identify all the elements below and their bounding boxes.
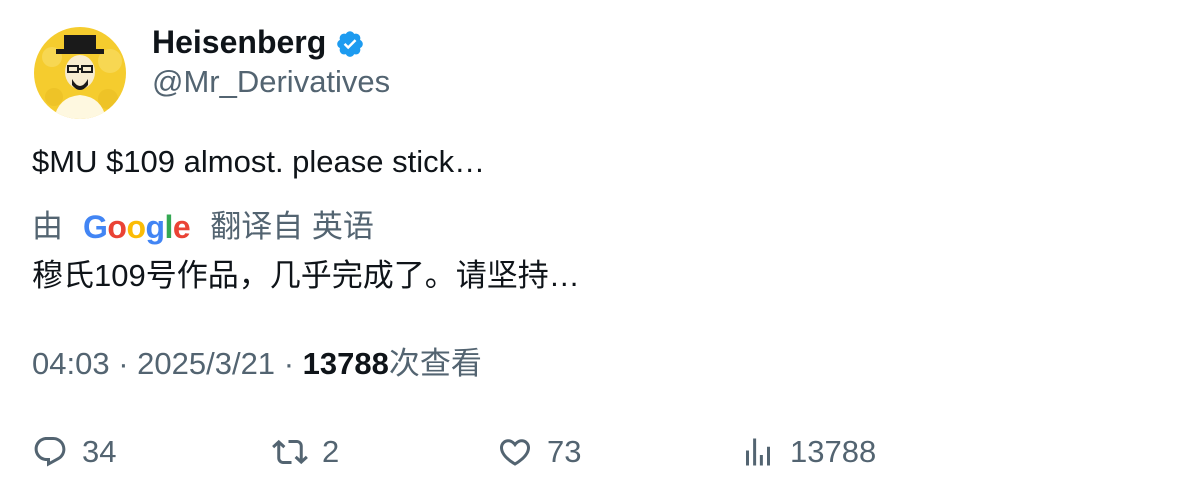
retweet-icon <box>272 439 308 465</box>
translation-source-label: 翻译自 英语 <box>210 209 374 244</box>
view-count: 13788 <box>302 346 389 381</box>
translated-text: 穆氏109号作品，几乎完成了。请坚持… <box>32 258 580 293</box>
retweet-count: 2 <box>322 434 340 469</box>
meta-separator: · <box>118 346 138 381</box>
tweet-text: $MU $109 almost. please stick… <box>32 144 486 179</box>
author-handle[interactable]: @Mr_Derivatives <box>152 63 390 101</box>
author-name-row: Heisenberg <box>152 22 365 62</box>
tweet-meta: 04:03 · 2025/3/21 · 13788次查看 <box>32 345 482 383</box>
meta-separator: · <box>283 346 303 381</box>
views-count: 13788 <box>790 434 877 469</box>
action-bar: 34 2 73 13788 <box>0 432 1196 472</box>
translation-prefix: 由 <box>32 209 63 244</box>
tweet-date[interactable]: 2025/3/21 <box>137 346 275 381</box>
avatar-image <box>34 27 126 119</box>
view-count-label: 次查看 <box>388 346 482 381</box>
views-button[interactable]: 13788 <box>740 432 876 472</box>
reply-count: 34 <box>82 434 117 469</box>
translation-attribution: 由 Google 翻译自 英语 <box>32 208 374 246</box>
views-icon <box>746 438 770 466</box>
reply-icon <box>34 437 66 467</box>
google-logo[interactable]: Google <box>83 208 191 246</box>
avatar[interactable] <box>34 27 126 119</box>
like-button[interactable]: 73 <box>497 432 581 472</box>
like-count: 73 <box>547 434 582 469</box>
author-name[interactable]: Heisenberg <box>152 22 326 62</box>
reply-button[interactable]: 34 <box>32 432 116 472</box>
like-icon <box>499 439 531 466</box>
verified-badge-icon[interactable] <box>335 29 365 59</box>
retweet-button[interactable]: 2 <box>272 432 339 472</box>
tweet-time[interactable]: 04:03 <box>32 346 110 381</box>
